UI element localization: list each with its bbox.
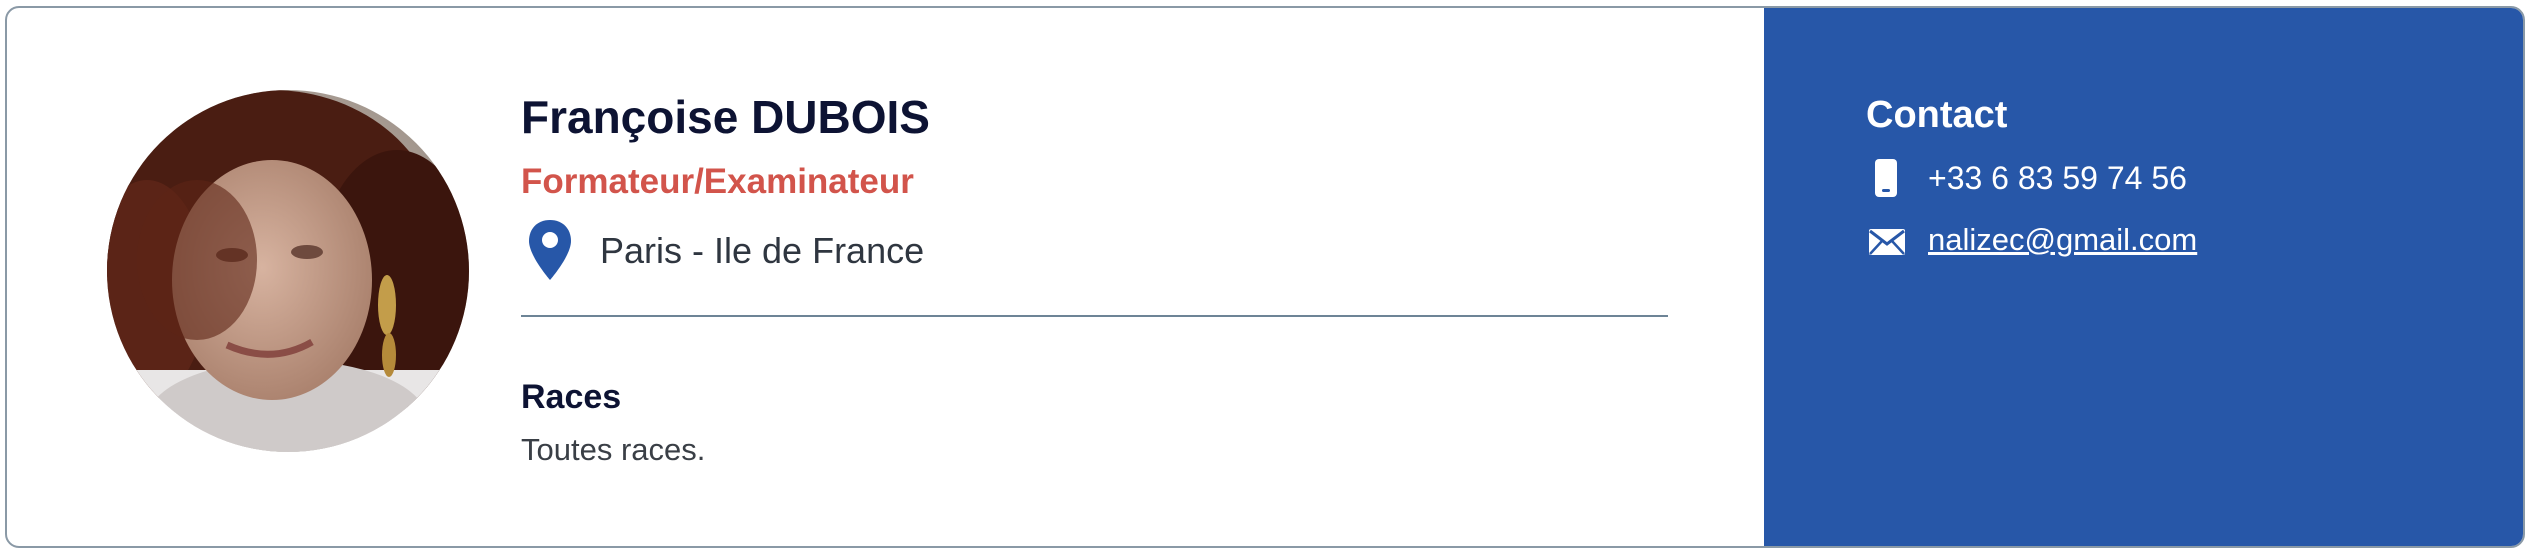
races-value: Toutes races. bbox=[521, 432, 706, 467]
contact-panel: Contact +33 6 83 59 74 56 nalizec@gmail.… bbox=[1764, 8, 2523, 546]
profile-card: Françoise DUBOIS Formateur/Examinateur P… bbox=[5, 6, 2525, 548]
profile-name: Françoise DUBOIS bbox=[521, 91, 930, 143]
avatar-photo bbox=[107, 90, 469, 452]
mail-icon bbox=[1869, 229, 1905, 255]
avatar bbox=[107, 90, 469, 452]
divider bbox=[521, 315, 1668, 317]
profile-role: Formateur/Examinateur bbox=[521, 162, 914, 201]
phone-icon bbox=[1875, 159, 1897, 197]
contact-phone[interactable]: +33 6 83 59 74 56 bbox=[1928, 160, 2187, 197]
location-pin-icon bbox=[529, 220, 571, 280]
races-heading: Races bbox=[521, 378, 622, 416]
profile-location: Paris - Ile de France bbox=[600, 230, 925, 271]
profile-panel: Françoise DUBOIS Formateur/Examinateur P… bbox=[7, 8, 1764, 546]
contact-heading: Contact bbox=[1866, 94, 2008, 136]
contact-email-link[interactable]: nalizec@gmail.com bbox=[1928, 222, 2197, 258]
